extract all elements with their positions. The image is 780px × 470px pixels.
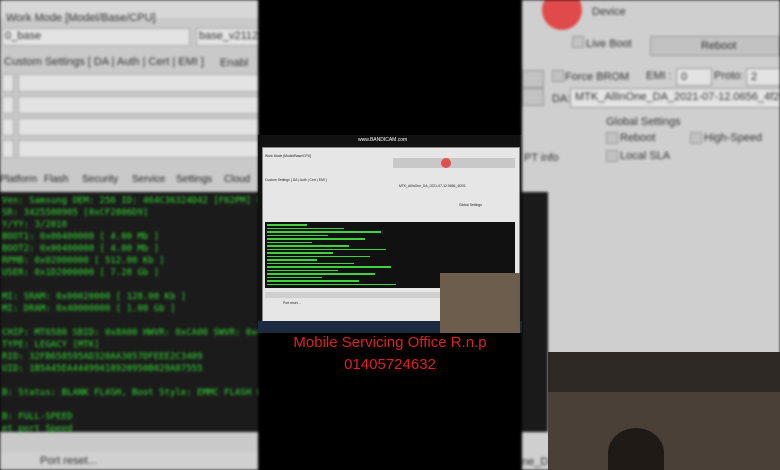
mini-log-line <box>267 241 312 243</box>
log-line: Y/YY: 3/2018 <box>2 220 68 230</box>
mini-log-line <box>267 234 328 236</box>
log-line: MI: DRAM: 0x40000000 [ 1.00 Gb ] <box>2 304 176 314</box>
bandicam-watermark: www.BANDICAM.com <box>358 137 408 143</box>
tab-cloud[interactable]: Cloud <box>224 174 250 185</box>
caption-line-2: 01405724632 <box>344 356 436 373</box>
mini-device-button[interactable] <box>393 158 515 168</box>
force-brom-checkbox[interactable] <box>552 70 564 82</box>
log-line: RID: 32FB658595AD320AA3057DFEEE2C3409 <box>2 352 203 362</box>
mini-log-line <box>267 248 386 250</box>
log-line: MI: SRAM: 0x00020000 [ 128.00 Kb ] <box>2 292 187 302</box>
mini-global-settings: Global Settings <box>459 203 482 207</box>
local-sla-checkbox[interactable] <box>606 150 618 162</box>
live-boot-label: Live Boot <box>586 38 632 50</box>
log-line: SR: 3425500905 [0xCF2806D9] <box>2 208 149 218</box>
mini-log-line <box>267 269 338 271</box>
background-tool-left: Work Mode [Model/Base/CPU] 0_base base_v… <box>0 0 258 470</box>
field-stub-2[interactable] <box>522 88 544 106</box>
tab-flash[interactable]: Flash <box>44 174 68 185</box>
setting-checkbox-1[interactable] <box>2 74 14 92</box>
tab-service[interactable]: Service <box>132 174 165 185</box>
base-field[interactable]: 0_base <box>2 28 190 46</box>
tab-platform[interactable]: Platform <box>0 174 37 185</box>
log-line: RPMB: 0x02000000 [ 512.00 Kb ] <box>2 256 165 266</box>
device-label: Device <box>592 6 626 18</box>
mini-da-label: MTK_AllInOne_DA_2021-07-12.0656_4f201 <box>399 184 466 188</box>
global-settings-label: Global Settings <box>606 116 681 128</box>
caption-line-1: Mobile Servicing Office R.n.p <box>293 334 487 351</box>
mini-log-line <box>267 255 370 257</box>
log-line: CHIP: MT6580 SBID: 0x8A00 HWVR: 0xCA00 S… <box>2 328 258 338</box>
log-line: B: FULL-SPEED <box>2 412 73 422</box>
log-line: BOOT2: 0x00400000 [ 4.00 Mb ] <box>2 244 160 254</box>
high-speed-checkbox[interactable] <box>690 132 702 144</box>
emi-label: EMI : <box>646 70 672 82</box>
local-sla-label: Local SLA <box>620 150 671 162</box>
screen-recording-frame: www.BANDICAM.com Work Mode [Model/Base/C… <box>258 135 522 333</box>
mini-log-line <box>267 280 359 282</box>
high-speed-label: High-Speed <box>704 132 763 144</box>
tab-settings[interactable]: Settings <box>176 174 212 185</box>
reboot-button[interactable]: Reboot <box>650 36 780 56</box>
status-bar: Port reset... <box>0 452 258 470</box>
log-console: Ven: Samsung OEM: 256 ID: 464C36324D42 [… <box>0 192 258 434</box>
log-line: B: Status: BLANK FLASH, Boot Style: EMMC… <box>2 388 258 398</box>
mini-log-line <box>267 252 333 254</box>
base-version-field[interactable]: base_v2112 <box>196 28 258 46</box>
mini-custom-settings: Custom Settings [ DA | Auth | Cert | EMI… <box>265 178 327 182</box>
setting-field-3[interactable] <box>18 118 258 136</box>
mini-record-icon <box>441 158 451 168</box>
mini-work-mode: Work Mode [Model/Base/CPU] <box>265 154 312 158</box>
info-label: PT info <box>524 152 559 164</box>
setting-checkbox-3[interactable] <box>2 118 14 136</box>
field-stub[interactable] <box>522 70 544 88</box>
log-line: USER: 0x1D2000000 [ 7.28 Gb ] <box>2 268 160 278</box>
log-line: UID: 1B5A45EA44499418920950B029A87555 <box>2 364 203 374</box>
enable-checkbox-label[interactable]: Enabl <box>220 57 248 69</box>
reboot-checkbox-label: Reboot <box>620 132 656 144</box>
mini-log-line <box>267 266 391 268</box>
tab-security[interactable]: Security <box>82 174 118 185</box>
mini-log-line <box>267 283 396 285</box>
bottom-label: ne_D <box>522 456 549 468</box>
webcam-overlay-small <box>440 273 520 333</box>
log-console-edge <box>522 192 548 432</box>
mini-log-line <box>267 231 381 233</box>
proto-label: Proto: <box>714 70 744 82</box>
mini-log-line <box>267 238 365 240</box>
setting-checkbox-4[interactable] <box>2 140 14 158</box>
mini-log-line <box>267 259 317 261</box>
setting-checkbox-2[interactable] <box>2 96 14 114</box>
mini-log-line <box>267 224 307 226</box>
work-mode-label: Work Mode [Model/Base/CPU] <box>6 12 156 24</box>
custom-settings-label: Custom Settings [ DA | Auth | Cert | EMI… <box>4 56 204 68</box>
reboot-checkbox[interactable] <box>606 132 618 144</box>
proto-select[interactable]: 2 <box>746 68 780 86</box>
mini-port-reset: Port reset... <box>283 301 301 305</box>
emi-select[interactable]: 0 <box>676 68 712 86</box>
live-boot-checkbox[interactable] <box>572 36 584 48</box>
da-label: DA: <box>552 93 571 105</box>
da-field[interactable]: MTK_AllInOne_DA_2021-07-12.0656_4f201 <box>570 88 780 108</box>
mini-log-line <box>267 276 322 278</box>
setting-field-2[interactable] <box>18 96 258 114</box>
person-silhouette <box>608 428 664 470</box>
setting-field-4[interactable] <box>18 140 258 158</box>
log-line: TYPE: LEGACY [MTK] <box>2 340 100 350</box>
log-line: Ven: Samsung OEM: 256 ID: 464C36324D42 [… <box>2 196 258 206</box>
webcam-overlay-large <box>548 352 780 470</box>
mini-log-line <box>267 273 375 275</box>
mini-log-line <box>267 227 344 229</box>
setting-field-1[interactable] <box>18 74 258 92</box>
record-indicator-icon <box>542 0 582 30</box>
port-reset-status: Port reset... <box>40 455 97 467</box>
log-line: BOOT1: 0x00400000 [ 4.00 Mb ] <box>2 232 160 242</box>
mini-log-line <box>267 262 354 264</box>
force-brom-label: Force BROM <box>565 71 630 83</box>
log-line: et port Speed <box>2 424 73 434</box>
mini-log-line <box>267 245 349 247</box>
